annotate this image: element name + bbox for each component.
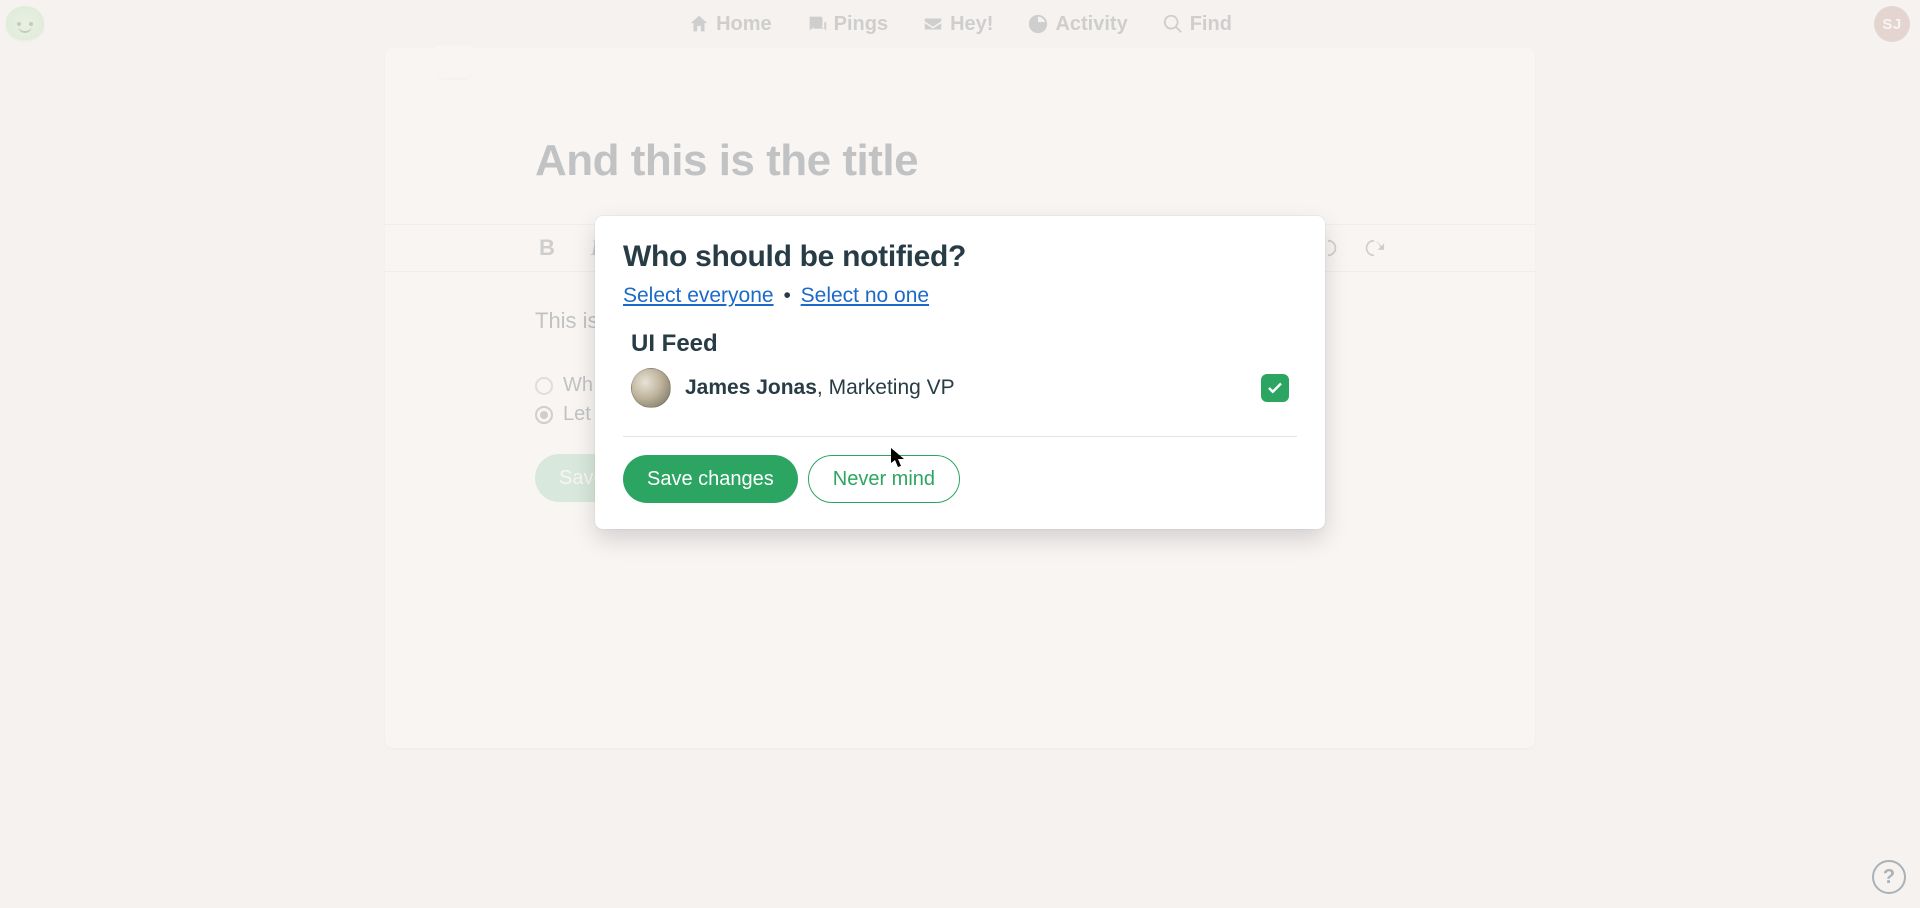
person-avatar xyxy=(631,368,671,408)
notify-modal: Who should be notified? Select everyone … xyxy=(595,216,1325,529)
select-everyone-link[interactable]: Select everyone xyxy=(623,284,774,307)
person-name: James Jonas xyxy=(685,376,817,399)
modal-actions: Save changes Never mind xyxy=(623,455,1297,503)
person-checkbox[interactable] xyxy=(1261,374,1289,402)
person-title: Marketing VP xyxy=(829,376,955,399)
modal-heading: Who should be notified? xyxy=(623,240,1297,274)
save-changes-button[interactable]: Save changes xyxy=(623,455,798,503)
person-row[interactable]: James Jonas, Marketing VP xyxy=(623,368,1297,408)
bulk-select-links: Select everyone • Select no one xyxy=(623,284,1297,308)
never-mind-button[interactable]: Never mind xyxy=(808,455,960,503)
group-heading: UI Feed xyxy=(631,330,1297,358)
checkmark-icon xyxy=(1266,379,1284,397)
select-no-one-link[interactable]: Select no one xyxy=(801,284,929,307)
save-changes-label: Save changes xyxy=(647,468,774,491)
person-label: James Jonas, Marketing VP xyxy=(685,376,955,400)
never-mind-label: Never mind xyxy=(833,468,935,491)
help-label: ? xyxy=(1883,866,1895,889)
separator-dot: • xyxy=(779,284,794,307)
help-button[interactable]: ? xyxy=(1872,860,1906,894)
modal-divider xyxy=(623,436,1297,437)
